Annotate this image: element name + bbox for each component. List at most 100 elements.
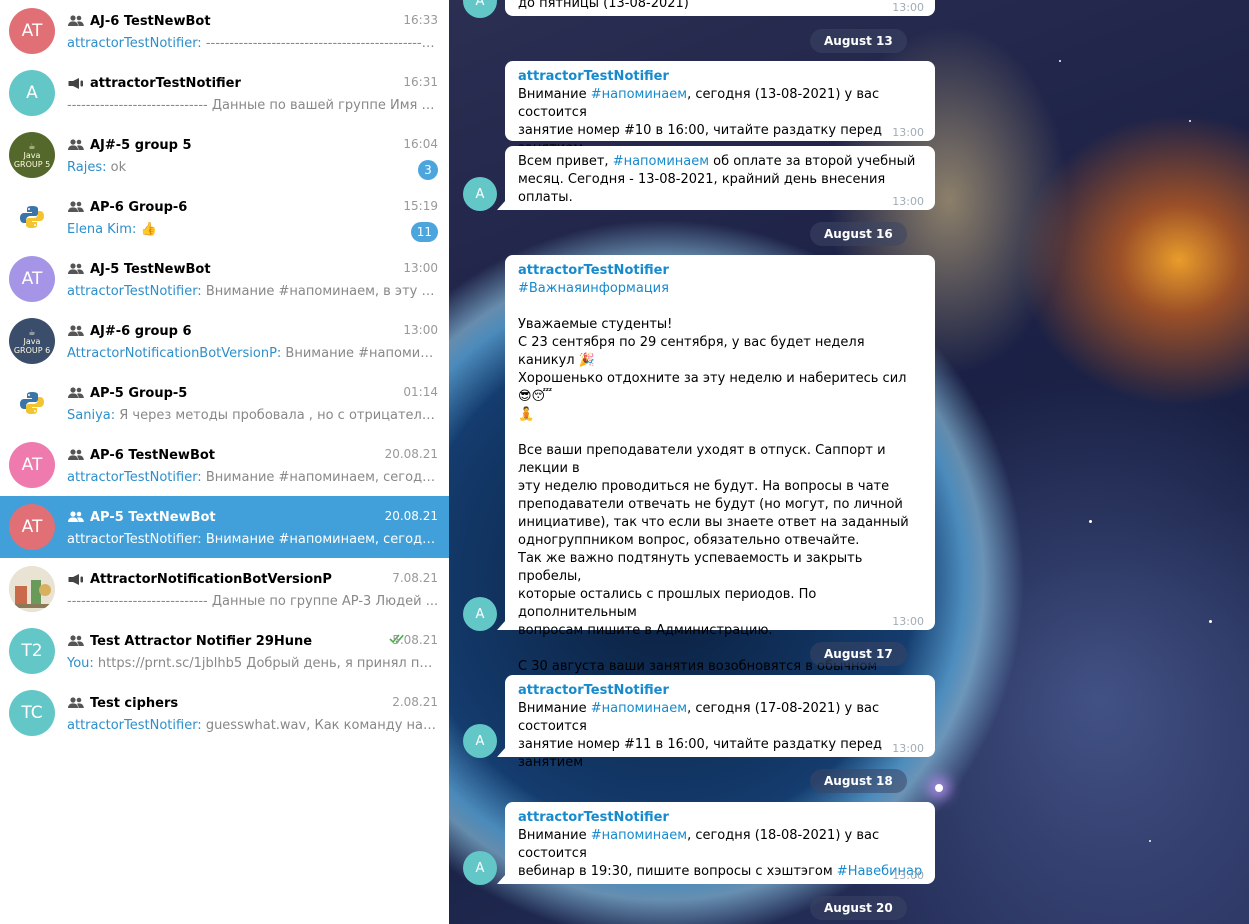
- message-sender[interactable]: attractorTestNotifier: [518, 68, 923, 86]
- message-time: 13:00: [892, 742, 924, 755]
- chat-list-item[interactable]: AP-6 Group-6 15:19 Elena Kim: 👍 11: [0, 186, 449, 248]
- message-bubble[interactable]: attractorTestNotifier Внимание #напомина…: [497, 675, 935, 770]
- message-avatar[interactable]: A: [463, 851, 497, 885]
- hashtag-link[interactable]: #напоминаем: [591, 701, 687, 716]
- hashtag-link[interactable]: #напоминаем: [591, 87, 687, 102]
- chat-list-sidebar: AT AJ-6 TestNewBot 16:33 attractorTestNotif…: [0, 0, 449, 924]
- preview-text: https://prnt.sc/1jblhb5 Добрый день, я п…: [93, 656, 439, 671]
- avatar: T2: [9, 628, 55, 674]
- chat-list-item[interactable]: AT AJ-5 TestNewBot 13:00 attractorTestNotif…: [0, 248, 449, 310]
- avatar: ☕ Java GROUP 5: [9, 132, 55, 178]
- channel-icon: [68, 76, 86, 90]
- python-logo-icon: [20, 206, 44, 228]
- cartoon-image-icon: [9, 566, 55, 612]
- unread-badge: 3: [418, 160, 438, 180]
- last-message-preview: attractorTestNotifier: guesswhat.wav, Ка…: [67, 718, 439, 733]
- preview-text: Внимание #напоминаем, в эту суббо...: [205, 284, 439, 299]
- avatar-initials: T2: [21, 641, 43, 661]
- chat-time: 20.08.21: [384, 509, 438, 523]
- message-sender[interactable]: attractorTestNotifier: [518, 262, 923, 280]
- last-message-preview: attractorTestNotifier: -----------------…: [67, 36, 439, 51]
- chat-title: AttractorNotificationBotVersionP: [90, 571, 332, 587]
- chat-list-item[interactable]: T2 Test Attractor Notifier 29Hune 5.08.21 Y…: [0, 620, 449, 682]
- preview-sender: Rajes:: [67, 160, 107, 175]
- last-message-preview: You: https://prnt.sc/1jblhb5 Добрый день…: [67, 656, 439, 671]
- avatar-initials: AT: [21, 21, 43, 41]
- chat-title: Test ciphers: [90, 695, 179, 711]
- hashtag-link[interactable]: #Важнаяинформация: [518, 280, 923, 298]
- avatar: [9, 380, 55, 426]
- chat-title: AJ-5 TestNewBot: [90, 261, 211, 277]
- chat-list-item[interactable]: AT AP-5 TextNewBot 20.08.21 attractorTestNo…: [0, 496, 449, 558]
- date-separator: August 17: [810, 642, 907, 666]
- group-icon: [68, 510, 86, 524]
- chat-list-item[interactable]: ☕ Java GROUP 6 AJ#-6 group 6 13:00 AttractorN…: [0, 310, 449, 372]
- date-separator: August 20: [810, 896, 907, 920]
- message-text: Внимание #напоминаем, сегодня (18-08-202…: [518, 828, 923, 879]
- chat-time: 13:00: [403, 261, 438, 275]
- group-icon: [68, 138, 86, 152]
- chat-time: 20.08.21: [384, 447, 438, 461]
- chat-list-item[interactable]: AP-5 Group-5 01:14 Saniya: Я через методы …: [0, 372, 449, 434]
- avatar-initials: AT: [21, 455, 43, 475]
- chat-title: AJ#-5 group 5: [90, 137, 192, 153]
- preview-text: 👍: [136, 222, 157, 237]
- avatar: [9, 566, 55, 612]
- chat-list-item[interactable]: AT AP-6 TestNewBot 20.08.21 attractorTestNo…: [0, 434, 449, 496]
- message-bubble-partial[interactable]: до пятницы (13-08-2021) 13:00: [505, 0, 935, 16]
- preview-sender: attractorTestNotifier:: [67, 718, 202, 733]
- message-bubble[interactable]: attractorTestNotifier Внимание #напомина…: [505, 61, 935, 156]
- message-bubble[interactable]: Всем привет, #напоминаем об оплате за вт…: [497, 146, 935, 210]
- group-icon: [68, 634, 86, 648]
- group-icon: [68, 386, 86, 400]
- hashtag-link[interactable]: #напоминаем: [613, 154, 709, 169]
- last-message-preview: AttractorNotificationBotVersionP: Вниман…: [67, 346, 439, 361]
- chat-list-item[interactable]: AttractorNotificationBotVersionP 7.08.21 -…: [0, 558, 449, 620]
- chat-time: 15:19: [403, 199, 438, 213]
- message-avatar[interactable]: A: [463, 177, 497, 211]
- last-message-preview: attractorTestNotifier: Внимание #напомин…: [67, 284, 439, 299]
- chat-title: AJ#-6 group 6: [90, 323, 192, 339]
- last-message-preview: ------------------------------ Данные по…: [67, 594, 439, 609]
- chat-list-item[interactable]: AattractorTestNotifier 16:31 -------------…: [0, 62, 449, 124]
- last-message-preview: Rajes: ok: [67, 160, 439, 175]
- date-separator: August 18: [810, 769, 907, 793]
- preview-text: ------------------------------ Данные по…: [67, 98, 439, 113]
- message-sender[interactable]: attractorTestNotifier: [518, 809, 923, 827]
- message-bubble[interactable]: attractorTestNotifier Внимание #напомина…: [497, 802, 935, 884]
- chat-time: 13:00: [403, 323, 438, 337]
- chat-time: 16:04: [403, 137, 438, 151]
- last-message-preview: Elena Kim: 👍: [67, 222, 439, 237]
- python-logo-icon: [20, 392, 44, 414]
- message-avatar[interactable]: A: [463, 0, 497, 18]
- message-sender[interactable]: attractorTestNotifier: [518, 682, 923, 700]
- avatar: TC: [9, 690, 55, 736]
- chat-time: 16:31: [403, 75, 438, 89]
- chat-time: 7.08.21: [392, 571, 438, 585]
- message-avatar[interactable]: A: [463, 724, 497, 758]
- message-text: до пятницы (13-08-2021): [518, 0, 689, 11]
- hashtag-link[interactable]: #напоминаем: [591, 828, 687, 843]
- message-time: 13:00: [892, 869, 924, 882]
- chat-list-item[interactable]: AT AJ-6 TestNewBot 16:33 attractorTestNotif…: [0, 0, 449, 62]
- group-icon: [68, 324, 86, 338]
- preview-text: Внимание #напоминаем, сегодня (20...: [205, 532, 439, 547]
- chat-list-item[interactable]: ☕ Java GROUP 5 AJ#-5 group 5 16:04 Rajes: ok 3: [0, 124, 449, 186]
- chat-time: 5.08.21: [392, 633, 438, 647]
- group-icon: [68, 14, 86, 28]
- date-separator: August 16: [810, 222, 907, 246]
- chat-title: AP-5 TextNewBot: [90, 509, 216, 525]
- chat-view: до пятницы (13-08-2021) 13:00 A August 1…: [449, 0, 1249, 924]
- avatar: AT: [9, 504, 55, 550]
- message-avatar[interactable]: A: [463, 597, 497, 631]
- avatar: AT: [9, 442, 55, 488]
- chat-time: 16:33: [403, 13, 438, 27]
- message-bubble[interactable]: attractorTestNotifier #Важнаяинформация …: [497, 255, 935, 728]
- preview-sender: Saniya:: [67, 408, 116, 423]
- preview-text: Внимание #напоминаем, сегодня (20...: [205, 470, 439, 485]
- date-separator: August 13: [810, 29, 907, 53]
- preview-sender: You:: [67, 656, 94, 671]
- message-text: Внимание #напоминаем, сегодня (17-08-202…: [518, 701, 882, 770]
- chat-list-item[interactable]: TC Test ciphers 2.08.21 attractorTestNotifi…: [0, 682, 449, 744]
- group-icon: [68, 262, 86, 276]
